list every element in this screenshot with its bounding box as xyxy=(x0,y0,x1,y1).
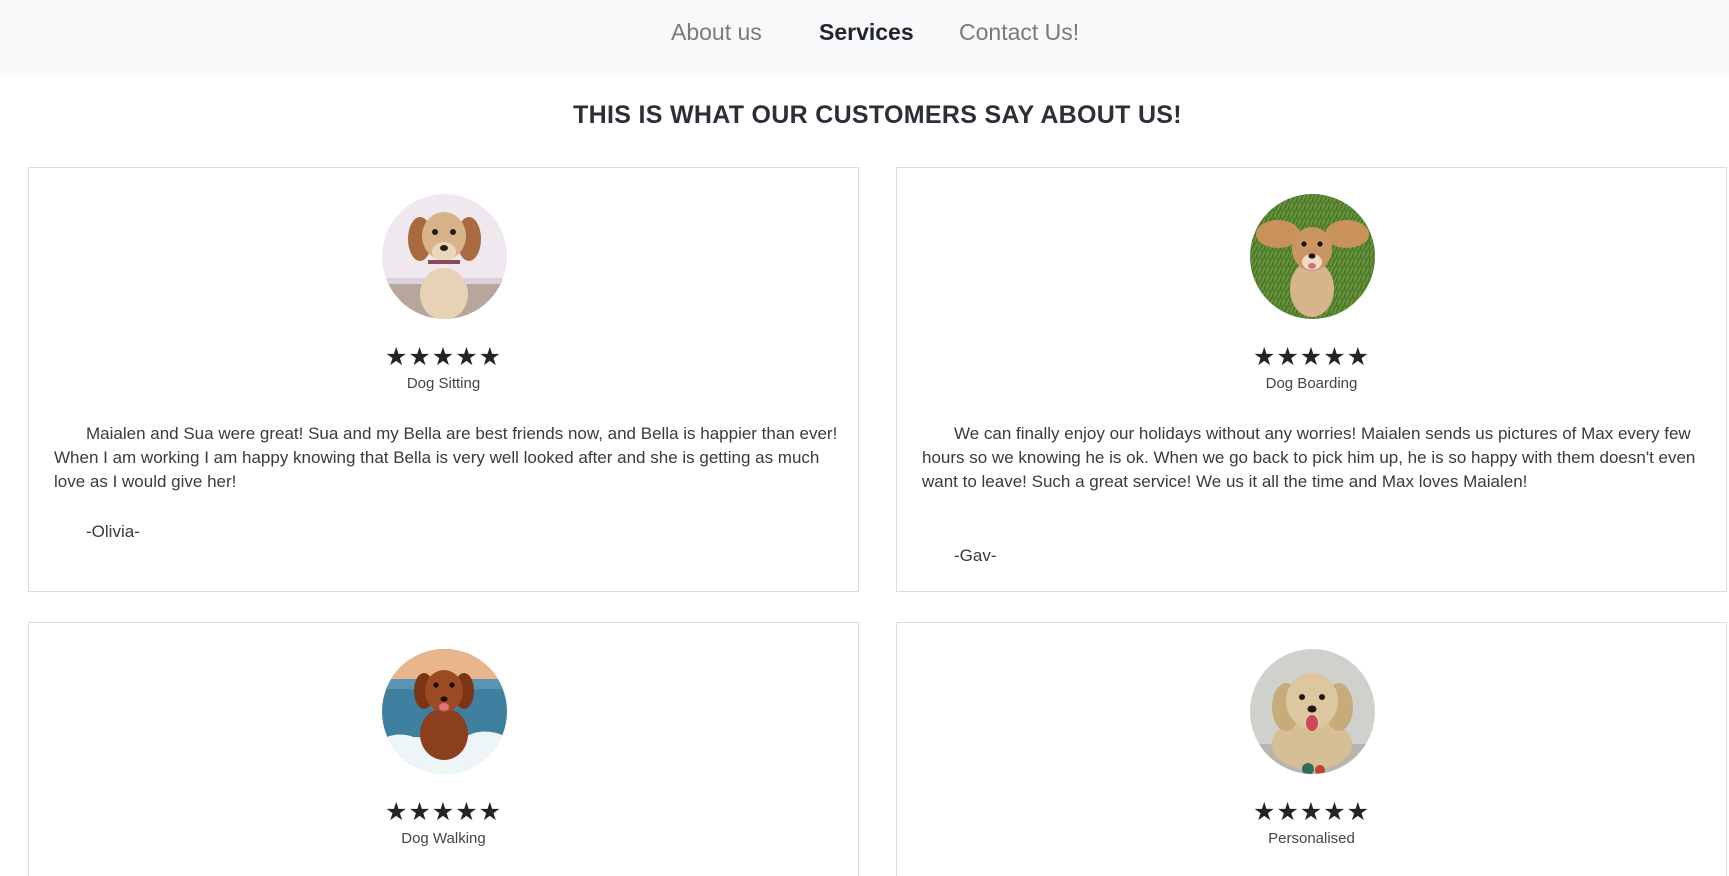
review-text: We can finally enjoy our holidays withou… xyxy=(922,424,1696,491)
rating-stars: ★★★★★ xyxy=(1252,343,1371,371)
dog-photo-spaniel-beach xyxy=(382,194,507,319)
dog-photo-doodle xyxy=(1250,649,1375,774)
dog-photo-retriever-sea xyxy=(382,649,507,774)
testimonial-card: ★★★★★ Personalised xyxy=(896,622,1727,876)
nav-link-about-us[interactable]: About us xyxy=(671,18,762,46)
testimonial-card: ★★★★★ Dog Walking xyxy=(28,622,859,876)
rating-stars: ★★★★★ xyxy=(1252,798,1371,826)
service-name: Personalised xyxy=(1268,830,1355,847)
testimonial-card: ★★★★★ Dog Boarding We can finally enjoy … xyxy=(896,167,1727,592)
page-heading: THIS IS WHAT OUR CUSTOMERS SAY ABOUT US! xyxy=(573,101,1182,129)
review-author: -Gav- xyxy=(954,546,997,565)
review-author: -Olivia- xyxy=(86,522,140,541)
service-name: Dog Walking xyxy=(401,830,486,847)
review-text: Maialen and Sua were great! Sua and my B… xyxy=(54,424,838,491)
nav-link-contact-us[interactable]: Contact Us! xyxy=(959,18,1079,46)
dog-photo-grass xyxy=(1250,194,1375,319)
top-navbar: About us Services Contact Us! xyxy=(0,0,1729,73)
testimonial-card: ★★★★★ Dog Sitting Maialen and Sua were g… xyxy=(28,167,859,592)
rating-stars: ★★★★★ xyxy=(384,343,503,371)
rating-stars: ★★★★★ xyxy=(384,798,503,826)
service-name: Dog Boarding xyxy=(1265,375,1358,392)
service-name: Dog Sitting xyxy=(406,375,481,392)
nav-link-services[interactable]: Services xyxy=(819,18,914,46)
